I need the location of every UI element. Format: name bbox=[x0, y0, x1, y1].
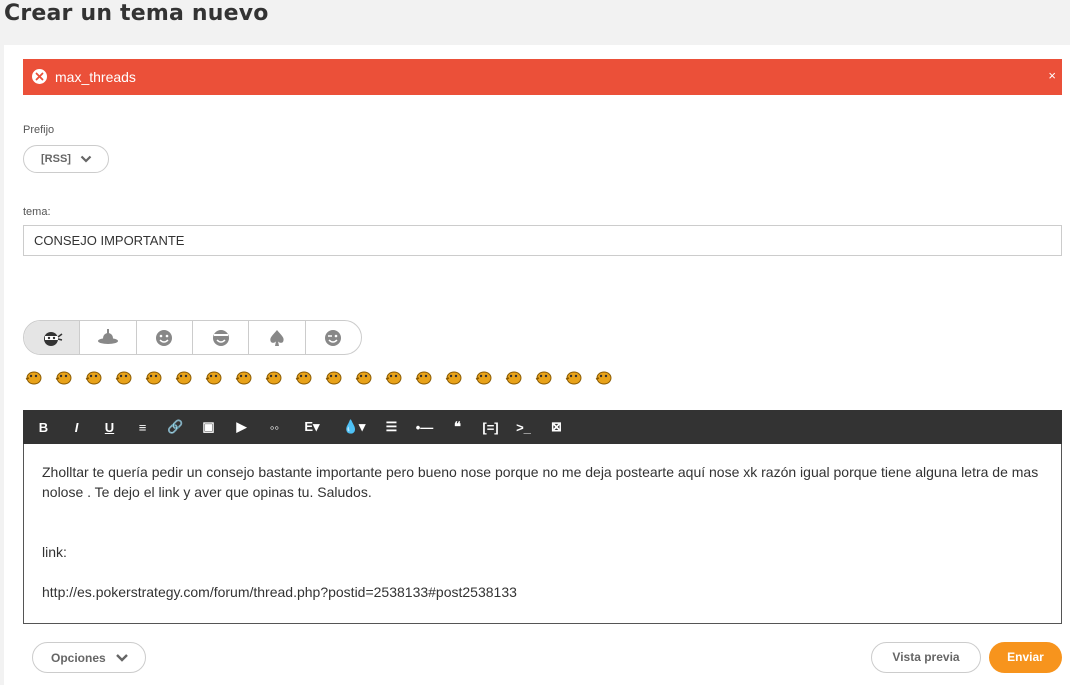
font-size-icon: E▾ bbox=[304, 419, 320, 434]
color-icon: 💧▾ bbox=[342, 419, 366, 434]
hr-button[interactable]: •— bbox=[408, 410, 441, 444]
italic-button[interactable]: I bbox=[60, 410, 93, 444]
emoticon-icon[interactable] bbox=[413, 367, 433, 387]
chevron-down-icon bbox=[80, 155, 92, 163]
emoticon-icon[interactable] bbox=[353, 367, 373, 387]
align-center-icon: ≡ bbox=[138, 419, 147, 435]
smiley-tabs bbox=[23, 320, 362, 355]
emoticon-icon[interactable] bbox=[593, 367, 613, 387]
spade-icon bbox=[270, 329, 284, 346]
link-button[interactable]: 🔗 bbox=[159, 410, 192, 444]
emoticon-icon[interactable] bbox=[383, 367, 403, 387]
editor-text-line: link: bbox=[42, 544, 67, 560]
smiley-list bbox=[23, 367, 613, 389]
tab-ninja-smileys[interactable] bbox=[24, 321, 81, 354]
font-size-button[interactable]: E▾ bbox=[291, 410, 333, 444]
emoticon-icon[interactable] bbox=[113, 367, 133, 387]
chevron-down-icon bbox=[116, 654, 128, 662]
bold-button[interactable]: B bbox=[27, 410, 60, 444]
smile-icon bbox=[156, 329, 173, 346]
image-icon: ▣ bbox=[202, 419, 215, 434]
tab-pirate-smileys[interactable] bbox=[80, 321, 137, 354]
wink-icon bbox=[325, 329, 342, 346]
error-icon bbox=[32, 69, 47, 84]
emoticon-icon[interactable] bbox=[293, 367, 313, 387]
ninja-smiley-icon bbox=[43, 331, 63, 346]
emoticon-icon[interactable] bbox=[323, 367, 343, 387]
tab-spade-smileys[interactable] bbox=[249, 321, 306, 354]
tab-grin-smileys[interactable] bbox=[193, 321, 250, 354]
emoticon-icon[interactable] bbox=[53, 367, 73, 387]
grin-icon bbox=[212, 329, 229, 346]
emoticon-icon[interactable] bbox=[143, 367, 163, 387]
emoticon-icon[interactable] bbox=[503, 367, 523, 387]
voicemail-icon: ◦◦ bbox=[269, 419, 280, 435]
prefix-select[interactable]: [RSS] bbox=[23, 145, 109, 173]
list-button[interactable]: ☰ bbox=[375, 410, 408, 444]
remove-format-button[interactable]: ⊠ bbox=[540, 410, 573, 444]
quote-button[interactable]: ❝ bbox=[441, 410, 474, 444]
bold-icon: B bbox=[38, 419, 49, 435]
youtube-button[interactable]: ▶ bbox=[225, 410, 258, 444]
emoticon-icon[interactable] bbox=[173, 367, 193, 387]
page-title: Crear un tema nuevo bbox=[4, 1, 269, 26]
topic-label: tema: bbox=[23, 206, 51, 218]
emoticon-icon[interactable] bbox=[563, 367, 583, 387]
hr-icon: •— bbox=[415, 419, 434, 435]
youtube-icon: ▶ bbox=[236, 419, 247, 434]
tab-smile-smileys[interactable] bbox=[137, 321, 193, 354]
editor-link-text: http://es.pokerstrategy.com/forum/thread… bbox=[42, 584, 517, 600]
editor-text-line: Zholltar te quería pedir un consejo bast… bbox=[42, 464, 1039, 500]
code-icon: [=] bbox=[482, 419, 499, 435]
alert-close-button[interactable]: × bbox=[1048, 68, 1056, 83]
message-editor[interactable]: Zholltar te quería pedir un consejo bast… bbox=[23, 444, 1062, 624]
image-button[interactable]: ▣ bbox=[192, 410, 225, 444]
emoticon-icon[interactable] bbox=[443, 367, 463, 387]
emoticon-icon[interactable] bbox=[23, 367, 43, 387]
topic-input[interactable] bbox=[23, 225, 1062, 256]
link-icon: 🔗 bbox=[167, 419, 184, 434]
align-center-button[interactable]: ≡ bbox=[126, 410, 159, 444]
options-label: Opciones bbox=[51, 651, 106, 665]
alert-message: max_threads bbox=[55, 69, 136, 85]
pirate-smiley-icon bbox=[97, 328, 118, 344]
emoticon-icon[interactable] bbox=[263, 367, 283, 387]
preview-button[interactable]: Vista previa bbox=[871, 642, 981, 673]
quote-icon: ❝ bbox=[454, 419, 461, 434]
send-button[interactable]: Enviar bbox=[989, 642, 1062, 673]
emoticon-icon[interactable] bbox=[473, 367, 493, 387]
remove-format-icon: ⊠ bbox=[551, 419, 562, 434]
list-icon: ☰ bbox=[385, 419, 398, 434]
prefix-label: Prefijo bbox=[23, 124, 55, 136]
emoticon-icon[interactable] bbox=[533, 367, 553, 387]
color-button[interactable]: 💧▾ bbox=[333, 410, 375, 444]
tab-wink-smileys[interactable] bbox=[306, 321, 361, 354]
error-alert: max_threads × bbox=[23, 59, 1062, 95]
prefix-value: [RSS] bbox=[41, 153, 71, 165]
terminal-icon: >_ bbox=[516, 419, 531, 435]
underline-button[interactable]: U bbox=[93, 410, 126, 444]
options-button[interactable]: Opciones bbox=[32, 642, 146, 673]
underline-icon: U bbox=[104, 419, 115, 435]
emoticon-icon[interactable] bbox=[233, 367, 253, 387]
terminal-button[interactable]: >_ bbox=[507, 410, 540, 444]
new-thread-form: max_threads × Prefijo [RSS] tema: B I U ≡ 🔗 ▣… bbox=[4, 45, 1070, 685]
emoticon-icon[interactable] bbox=[83, 367, 103, 387]
code-button[interactable]: [=] bbox=[474, 410, 507, 444]
italic-icon: I bbox=[74, 419, 79, 435]
voicemail-button[interactable]: ◦◦ bbox=[258, 410, 291, 444]
emoticon-icon[interactable] bbox=[203, 367, 223, 387]
editor-toolbar: B I U ≡ 🔗 ▣ ▶ ◦◦ E▾ 💧▾ ☰ •— ❝ [=] >_ ⊠ bbox=[23, 410, 1062, 444]
